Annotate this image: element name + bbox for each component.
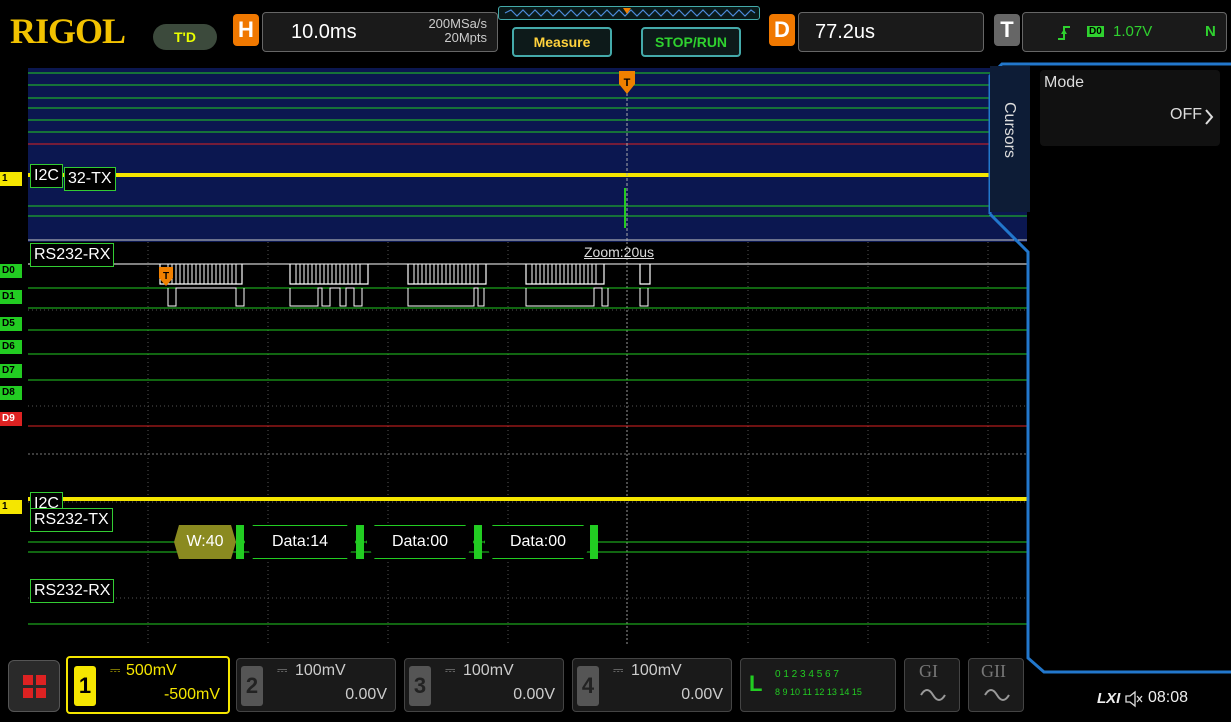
ch3-offset: 0.00V (513, 686, 555, 703)
cursors-tab[interactable]: Cursors (990, 66, 1030, 212)
digital-channel-marker[interactable]: D9 (0, 412, 22, 426)
trigger-level: 1.07V (1113, 23, 1153, 40)
lower-ch1-marker[interactable]: 1 (0, 500, 22, 514)
ch4-panel[interactable]: 4 ⎓ 100mV 0.00V (572, 658, 732, 712)
delay-value: 77.2us (815, 21, 876, 43)
digital-channel-marker[interactable]: D1 (0, 290, 22, 304)
digital-channel-marker[interactable]: D6 (0, 340, 22, 354)
zoom-label: Zoom:20us (584, 244, 655, 260)
dc-coupling-icon: ⎓ (277, 662, 288, 677)
upper-i2c-bus-label[interactable]: I2C (30, 164, 63, 188)
generator-2-label: GII (981, 661, 1006, 681)
ch3-scale: 100mV (463, 662, 514, 679)
digital-channel-marker[interactable]: D7 (0, 364, 22, 378)
stop-run-button[interactable]: STOP/RUN (641, 27, 741, 57)
ch1-scale: 500mV (126, 662, 177, 679)
decode-separator (356, 525, 364, 559)
zoom-trigger-marker-icon: T (159, 267, 173, 286)
speaker-muted-icon[interactable] (1124, 690, 1144, 708)
upper-ch1-marker[interactable]: 1 (0, 172, 22, 186)
main-menu-button[interactable] (8, 660, 60, 712)
decode-packet[interactable]: W:40 (174, 525, 236, 559)
top-status-bar: RIGOL T'D H 10.0ms 200MSa/s 20Mpts Measu… (0, 0, 1231, 62)
ch4-number: 4 (577, 666, 599, 706)
dc-coupling-icon: ⎓ (445, 662, 456, 677)
ch2-number: 2 (241, 666, 263, 706)
ch2-offset: 0.00V (345, 686, 387, 703)
trigger-panel[interactable]: D0 1.07V N (1022, 12, 1227, 52)
generator-1-label: GI (919, 661, 938, 681)
chevron-right-icon (1205, 109, 1214, 125)
ch1-number: 1 (74, 666, 96, 706)
trigger-menu-button[interactable]: T (994, 14, 1020, 46)
memory-waveform-icon (504, 8, 756, 17)
cursors-tab-label: Cursors (1001, 102, 1018, 159)
mode-value: OFF (1170, 106, 1202, 123)
ch1-panel[interactable]: 1 ⎓ 500mV -500mV (66, 656, 230, 714)
generator-2-button[interactable]: GII (968, 658, 1024, 712)
ch3-panel[interactable]: 3 ⎓ 100mV 0.00V (404, 658, 564, 712)
trigger-position-marker-icon[interactable]: T (618, 70, 636, 96)
ch4-scale: 100mV (631, 662, 682, 679)
clock-time: 08:08 (1148, 689, 1189, 706)
digital-channel-marker[interactable]: D0 (0, 264, 22, 278)
ch2-scale: 100mV (295, 662, 346, 679)
waveform-display[interactable]: T T I2C 32-TX RS232-RX Zoom:20us I2C RS2… (28, 68, 1027, 644)
decode-separator (590, 525, 598, 559)
lxi-logo: LXI (1097, 690, 1121, 707)
ch4-offset: 0.00V (681, 686, 723, 703)
ch1-offset: -500mV (163, 686, 220, 703)
horizontal-menu-button[interactable]: H (233, 14, 259, 46)
trigger-mode: N (1205, 23, 1216, 40)
upper-rs232-rx-label[interactable]: RS232-RX (30, 243, 115, 267)
mode-label: Mode (1044, 74, 1085, 91)
decode-packet[interactable]: Data:00 (366, 525, 474, 559)
measure-button[interactable]: Measure (512, 27, 612, 57)
upper-rs232-tx-label[interactable]: 32-TX (64, 167, 116, 191)
decode-separator (236, 525, 244, 559)
logic-channels-row2: 8 9 10 11 12 13 14 15 (775, 687, 862, 697)
memory-depth: 20Mpts (444, 30, 487, 45)
digital-channel-marker[interactable]: D5 (0, 317, 22, 331)
decode-packet[interactable]: Data:14 (244, 525, 356, 559)
timebase-value: 10.0ms (291, 21, 357, 43)
rising-edge-icon (1058, 26, 1070, 40)
generator-1-button[interactable]: GI (904, 658, 960, 712)
ch2-panel[interactable]: 2 ⎓ 100mV 0.00V (236, 658, 396, 712)
sample-rate: 200MSa/s (428, 16, 487, 31)
logic-channels-row1: 0 1 2 3 4 5 6 7 (775, 669, 839, 680)
svg-text:T: T (163, 271, 169, 282)
delay-panel[interactable]: 77.2us (798, 12, 984, 52)
digital-channel-marker[interactable]: D8 (0, 386, 22, 400)
grid-menu-icon (23, 675, 46, 698)
dc-coupling-icon: ⎓ (613, 662, 624, 677)
memory-position-bar[interactable] (498, 6, 760, 20)
delay-menu-button[interactable]: D (769, 14, 795, 46)
ch3-number: 3 (409, 666, 431, 706)
mode-softkey[interactable]: Mode OFF (1040, 70, 1220, 146)
dc-coupling-icon: ⎓ (110, 662, 121, 677)
lower-rs232-rx-label[interactable]: RS232-RX (30, 579, 115, 603)
trigger-state-badge: T'D (153, 24, 217, 50)
decode-separator (474, 525, 482, 559)
sine-wave-icon (984, 689, 1010, 701)
horizontal-timebase-panel[interactable]: 10.0ms 200MSa/s 20Mpts (262, 12, 498, 52)
trigger-source: D0 (1087, 26, 1104, 37)
sine-wave-icon (920, 689, 946, 701)
rigol-logo: RIGOL (10, 11, 126, 51)
svg-text:T: T (624, 77, 631, 89)
logic-letter: L (749, 671, 763, 696)
lower-rs232-tx-label[interactable]: RS232-TX (30, 508, 113, 532)
decode-packet[interactable]: Data:00 (484, 525, 592, 559)
logic-analyzer-panel[interactable]: L 0 1 2 3 4 5 6 7 8 9 10 11 12 13 14 15 (740, 658, 896, 712)
